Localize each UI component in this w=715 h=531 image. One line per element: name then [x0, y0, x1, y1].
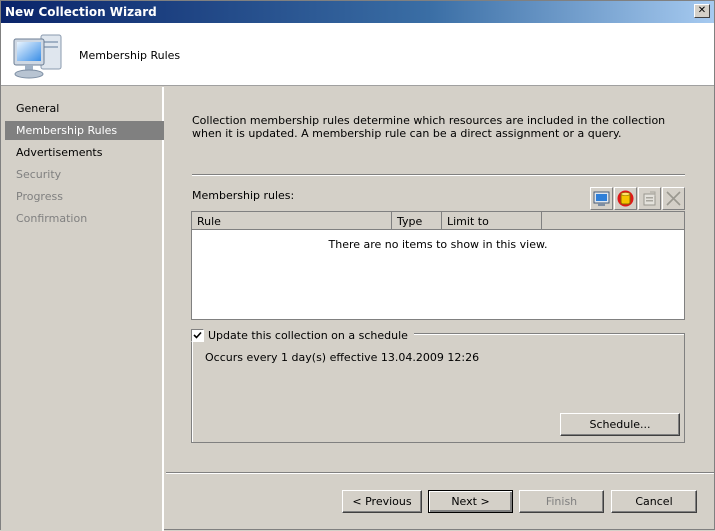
- nav-item-advertisements[interactable]: Advertisements: [5, 143, 164, 162]
- title-bar: New Collection Wizard ✕: [1, 1, 714, 23]
- schedule-button[interactable]: Schedule...: [560, 413, 680, 436]
- schedule-occurrence-text: Occurs every 1 day(s) effective 13.04.20…: [205, 351, 480, 364]
- column-header-rule[interactable]: Rule: [192, 212, 392, 230]
- properties-button[interactable]: [638, 187, 661, 210]
- membership-rules-label: Membership rules:: [192, 189, 295, 202]
- page-title: Membership Rules: [79, 49, 181, 62]
- content-panel: Collection membership rules determine wh…: [166, 87, 714, 473]
- nav-item-general[interactable]: General: [5, 99, 164, 118]
- wizard-header: Membership Rules: [1, 23, 714, 86]
- schedule-checkbox-row[interactable]: Update this collection on a schedule: [189, 328, 414, 342]
- delete-button[interactable]: [662, 187, 685, 210]
- list-header: Rule Type Limit to: [192, 212, 684, 230]
- new-query-rule-icon: [617, 190, 634, 207]
- nav-item-confirmation: Confirmation: [16, 212, 88, 225]
- description-text: Collection membership rules determine wh…: [192, 114, 666, 140]
- nav-item-progress: Progress: [16, 190, 63, 203]
- new-query-rule-button[interactable]: [614, 187, 637, 210]
- divider: [192, 174, 685, 176]
- cancel-button[interactable]: Cancel: [611, 490, 697, 513]
- new-direct-rule-icon: [593, 191, 610, 206]
- previous-button[interactable]: < Previous: [342, 490, 422, 513]
- close-button[interactable]: ✕: [694, 4, 710, 18]
- nav-item-membership-rules[interactable]: Membership Rules: [5, 121, 164, 140]
- column-header-type[interactable]: Type: [392, 212, 442, 230]
- computer-icon: [13, 34, 62, 79]
- checkmark-icon: [193, 331, 202, 339]
- window-title: New Collection Wizard: [5, 5, 157, 19]
- wizard-nav: General Membership Rules Advertisements …: [1, 87, 164, 531]
- column-header-limit-to[interactable]: Limit to: [442, 212, 542, 230]
- delete-icon: [666, 191, 681, 206]
- schedule-checkbox-label[interactable]: Update this collection on a schedule: [208, 329, 408, 342]
- membership-rules-list[interactable]: Rule Type Limit to There are no items to…: [191, 211, 685, 320]
- new-direct-rule-button[interactable]: [590, 187, 613, 210]
- next-button[interactable]: Next >: [428, 490, 513, 513]
- empty-list-message: There are no items to show in this view.: [328, 238, 548, 251]
- close-icon: ✕: [697, 5, 707, 16]
- schedule-checkbox[interactable]: [191, 328, 204, 342]
- wizard-window: New Collection Wizard ✕ Membership Rules…: [0, 0, 715, 531]
- nav-item-security: Security: [16, 168, 62, 181]
- properties-icon: [643, 191, 656, 206]
- finish-button: Finish: [519, 490, 604, 513]
- footer-divider: [166, 472, 714, 474]
